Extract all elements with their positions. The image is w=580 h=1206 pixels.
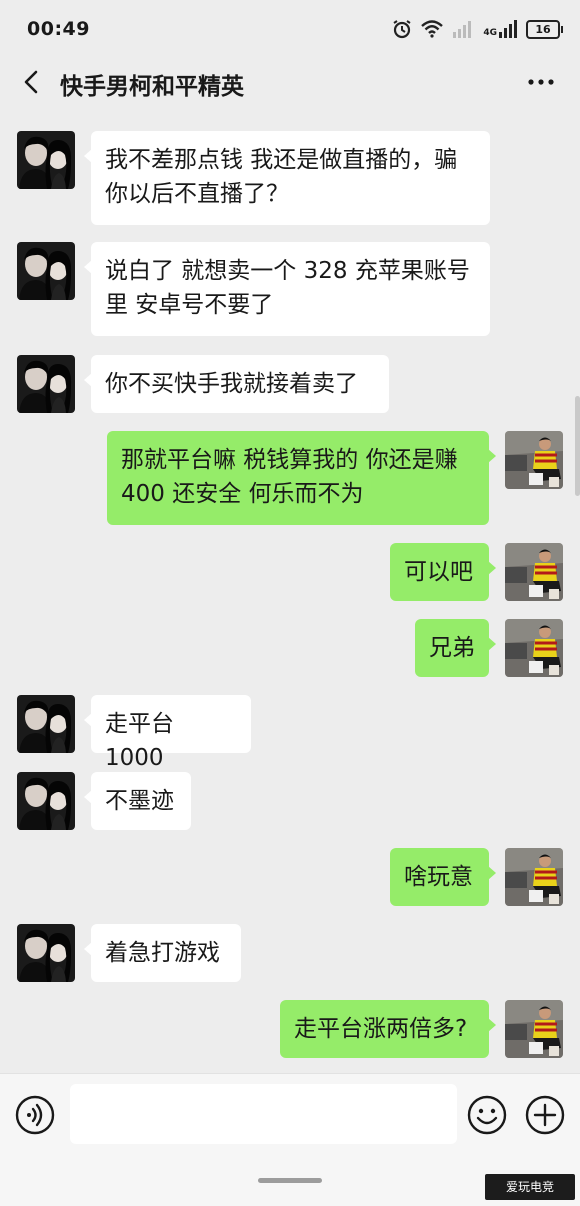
avatar[interactable] bbox=[17, 924, 75, 982]
battery-level: 16 bbox=[535, 22, 551, 36]
avatar[interactable] bbox=[17, 695, 75, 753]
battery-icon: 16 bbox=[526, 19, 563, 39]
message-bubble[interactable]: 你不买快手我就接着卖了 bbox=[84, 355, 389, 413]
message-bubble[interactable]: 那就平台嘛 税钱算我的 你还是赚 400 还安全 何乐而不为 bbox=[107, 431, 496, 525]
status-bar: 00:49 4G 16 bbox=[0, 0, 580, 58]
message-input[interactable] bbox=[70, 1084, 457, 1144]
emoji-icon[interactable] bbox=[466, 1094, 508, 1136]
network-type: 4G bbox=[483, 28, 497, 38]
avatar[interactable] bbox=[505, 848, 563, 906]
chevron-left-icon[interactable] bbox=[18, 66, 48, 98]
avatar[interactable] bbox=[505, 1000, 563, 1058]
avatar[interactable] bbox=[505, 543, 563, 601]
avatar[interactable] bbox=[505, 431, 563, 489]
message-bubble[interactable]: 兄弟 bbox=[415, 619, 496, 677]
avatar[interactable] bbox=[505, 619, 563, 677]
message-bubble[interactable]: 啥玩意 bbox=[390, 848, 496, 906]
message-list[interactable]: 我不差那点钱 我还是做直播的，骗 你以后不直播了？ 说白了 就想卖一个 328 … bbox=[0, 106, 580, 1073]
message-bubble[interactable]: 走平台 1000 bbox=[84, 695, 251, 771]
alarm-icon bbox=[393, 20, 411, 39]
message-bubble[interactable]: 着急打游戏 bbox=[84, 924, 241, 982]
voice-icon[interactable] bbox=[14, 1094, 56, 1136]
avatar[interactable] bbox=[17, 131, 75, 189]
avatar[interactable] bbox=[17, 772, 75, 830]
more-dots-icon[interactable] bbox=[526, 72, 556, 92]
chat-header: 快手男柯和平精英 bbox=[0, 58, 580, 106]
4g-signal-icon: 4G bbox=[483, 20, 517, 38]
wifi-icon bbox=[421, 20, 444, 38]
message-bubble[interactable]: 可以吧 bbox=[390, 543, 496, 601]
home-indicator[interactable] bbox=[258, 1178, 322, 1183]
chat-title: 快手男柯和平精英 bbox=[60, 74, 244, 100]
signal-bars-icon bbox=[453, 21, 472, 38]
avatar[interactable] bbox=[17, 355, 75, 413]
watermark-logo: 爱玩电竞 bbox=[485, 1174, 575, 1200]
status-icons: 4G 16 bbox=[392, 19, 563, 39]
plus-icon[interactable] bbox=[524, 1094, 566, 1136]
message-bubble[interactable]: 我不差那点钱 我还是做直播的，骗 你以后不直播了？ bbox=[84, 131, 490, 225]
avatar[interactable] bbox=[17, 242, 75, 300]
scrollbar[interactable] bbox=[575, 396, 580, 496]
message-bubble[interactable]: 走平台涨两倍多? bbox=[280, 1000, 496, 1058]
status-time: 00:49 bbox=[27, 18, 90, 40]
message-bubble[interactable]: 说白了 就想卖一个 328 充苹果账号 里 安卓号不要了 bbox=[84, 242, 490, 336]
message-bubble[interactable]: 不墨迹 bbox=[84, 772, 191, 830]
